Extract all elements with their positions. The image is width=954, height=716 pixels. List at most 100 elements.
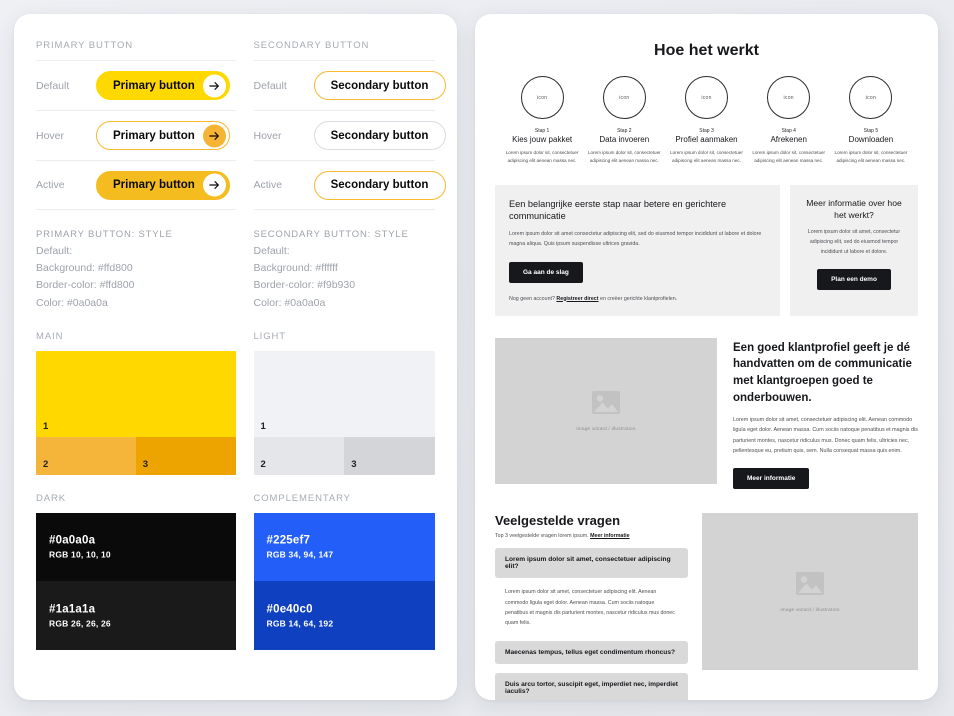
primary-style-state: Default: <box>36 244 73 257</box>
state-label-hover: Hover <box>253 129 282 142</box>
cta-main-box: Een belangrijke eerste stap naar betere … <box>495 185 780 316</box>
secondary-button-active[interactable]: Secondary button <box>313 170 446 200</box>
cta-main-button[interactable]: Ga aan de slag <box>509 261 583 283</box>
arrow-right-icon <box>202 173 226 197</box>
step-title: Data invoeren <box>599 135 650 144</box>
secondary-button-column: SECONDARY BUTTON Default Secondary butto… <box>236 40 446 650</box>
step-title: Afrekenen <box>770 135 807 144</box>
step-icon: icon <box>602 76 646 119</box>
step-description: Lorem ipsum dolor sit, consectetuer adip… <box>834 150 908 164</box>
primary-hover-row: Hover Primary button <box>36 110 236 160</box>
primary-style-heading: PRIMARY BUTTON: STYLE <box>36 229 173 240</box>
step-title: Profiel aanmaken <box>675 135 738 144</box>
feature-section: image wizard / illustration Een goed kla… <box>495 337 918 490</box>
step-number: Stap 1 <box>534 128 550 134</box>
swatch-light-2: 2 <box>253 436 345 475</box>
swatch-main-3: 3 <box>135 436 236 475</box>
feature-text: Een goed klantprofiel geeft je dé handva… <box>733 338 918 490</box>
palette-light: LIGHT 1 2 3 <box>253 330 435 475</box>
secondary-style-state: Default: <box>253 244 290 257</box>
palette-dark: DARK #0a0a0a RGB 10, 10, 10 #1a1a1a RGB … <box>36 493 236 650</box>
faq-image-label: image wizard / illustration <box>780 607 840 613</box>
feature-image-label: image wizard / illustration <box>576 426 636 432</box>
secondary-button-hover[interactable]: Secondary button <box>313 121 446 150</box>
cta-side-body: Lorem ipsum dolor sit amet, consectetur … <box>807 229 901 255</box>
step-item: icon Stap 2 Data invoeren Lorem ipsum do… <box>583 76 665 165</box>
page-title: Hoe het werkt <box>654 42 759 59</box>
secondary-active-row: Active Secondary button <box>253 160 446 210</box>
state-label-active: Active <box>36 179 65 191</box>
palette-light-title: LIGHT <box>253 330 286 342</box>
cta-main-footnote: Nog geen account? Registreer direct en c… <box>509 296 766 302</box>
faq-question-1[interactable]: Lorem ipsum dolor sit amet, consectetuer… <box>495 548 688 579</box>
swatch-hex-label: #225ef7 <box>266 534 311 547</box>
register-link[interactable]: Registreer direct <box>556 296 598 302</box>
swatch-hex-label: #0e40c0 <box>266 603 313 616</box>
palette-main-title: MAIN <box>36 330 64 342</box>
step-icon: icon <box>767 76 811 119</box>
swatch-complementary-1: #225ef7 RGB 34, 94, 147 <box>253 512 435 582</box>
primary-button-column: PRIMARY BUTTON Default Primary button Ho… <box>36 40 236 650</box>
swatch-number: 3 <box>351 458 357 470</box>
faq-question-2[interactable]: Maecenas tempus, tellus eget condimentum… <box>495 640 688 664</box>
button-spec-columns: PRIMARY BUTTON Default Primary button Ho… <box>36 40 446 650</box>
page-mockup-card: Hoe het werkt icon Stap 1 Kies jouw pakk… <box>475 14 938 700</box>
faq-subtitle-text: Top 3 veelgestelde vragen lorem ipsum. <box>495 533 591 540</box>
screen: PRIMARY BUTTON Default Primary button Ho… <box>0 0 954 716</box>
faq-section: Veelgestelde vragen Top 3 veelgestelde v… <box>495 513 918 700</box>
step-description: Lorem ipsum dolor sit, consectetuer adip… <box>505 150 579 164</box>
primary-button-hover-label: Primary button <box>113 129 195 142</box>
style-guide-card: PRIMARY BUTTON Default Primary button Ho… <box>14 14 457 700</box>
secondary-button-default[interactable]: Secondary button <box>313 71 446 100</box>
step-item: icon Stap 4 Afrekenen Lorem ipsum dolor … <box>748 76 830 165</box>
cta-main-heading: Een belangrijke eerste stap naar betere … <box>509 199 727 222</box>
faq-question-3[interactable]: Duis arcu tortor, suscipit eget, imperdi… <box>495 672 688 700</box>
step-icon: icon <box>685 76 728 119</box>
primary-default-row: Default Primary button <box>36 60 236 110</box>
primary-active-row: Active Primary button <box>36 160 236 210</box>
cta-side-button[interactable]: Plan een demo <box>817 269 891 291</box>
primary-style-color: Color: #0a0a0a <box>36 296 108 309</box>
cta-side-heading: Meer informatie over hoe het werkt? <box>806 198 902 220</box>
palette-main: MAIN 1 2 3 <box>36 331 236 475</box>
palette-complementary-title: COMPLEMENTARY <box>253 492 351 504</box>
faq-answer-1: Lorem ipsum dolor sit amet, consectetuer… <box>505 589 675 627</box>
secondary-hover-row: Hover Secondary button <box>253 110 446 160</box>
swatch-number: 1 <box>260 420 266 432</box>
swatch-number: 2 <box>260 458 266 470</box>
faq-heading: Veelgestelde vragen <box>495 513 621 529</box>
secondary-style-spec: SECONDARY BUTTON: STYLE Default: Backgro… <box>254 227 436 312</box>
swatch-dark-1: #0a0a0a RGB 10, 10, 10 <box>36 512 236 582</box>
secondary-style-background: Background: #ffffff <box>253 261 338 274</box>
primary-button-default[interactable]: Primary button <box>96 71 230 100</box>
step-number: Stap 5 <box>863 128 879 134</box>
swatch-rgb-label: RGB 10, 10, 10 <box>49 549 111 560</box>
image-icon <box>795 571 825 601</box>
feature-body: Lorem ipsum dolor sit amet, consectetuer… <box>733 417 918 454</box>
primary-style-spec: PRIMARY BUTTON: STYLE Default: Backgroun… <box>36 227 236 312</box>
swatch-light-1: 1 <box>253 350 435 437</box>
steps-list: icon Stap 1 Kies jouw pakket Lorem ipsum… <box>495 76 918 165</box>
step-title: Downloaden <box>848 135 894 144</box>
faq-list: Veelgestelde vragen Top 3 veelgestelde v… <box>495 513 688 700</box>
feature-button[interactable]: Meer informatie <box>733 468 810 490</box>
primary-style-background: Background: #ffd800 <box>36 261 133 274</box>
step-number: Stap 2 <box>617 128 632 134</box>
secondary-style-heading: SECONDARY BUTTON: STYLE <box>253 229 409 240</box>
image-icon <box>591 390 621 420</box>
swatch-number: 2 <box>43 458 49 470</box>
step-number: Stap 4 <box>781 128 796 134</box>
cta-band: Een belangrijke eerste stap naar betere … <box>495 185 918 316</box>
primary-button-active[interactable]: Primary button <box>96 170 230 200</box>
state-label-hover: Hover <box>36 129 65 142</box>
step-item: icon Stap 1 Kies jouw pakket Lorem ipsum… <box>501 76 583 165</box>
secondary-default-row: Default Secondary button <box>253 60 446 110</box>
faq-more-info-link[interactable]: Meer informatie <box>590 533 629 539</box>
swatch-main-2: 2 <box>36 436 136 475</box>
primary-style-border: Border-color: #ffd800 <box>36 279 135 292</box>
swatch-hex-label: #0a0a0a <box>49 534 96 547</box>
swatch-rgb-label: RGB 34, 94, 147 <box>266 549 334 560</box>
state-label-default: Default <box>253 79 287 92</box>
primary-button-hover[interactable]: Primary button <box>96 121 230 150</box>
swatch-light-3: 3 <box>344 436 435 475</box>
